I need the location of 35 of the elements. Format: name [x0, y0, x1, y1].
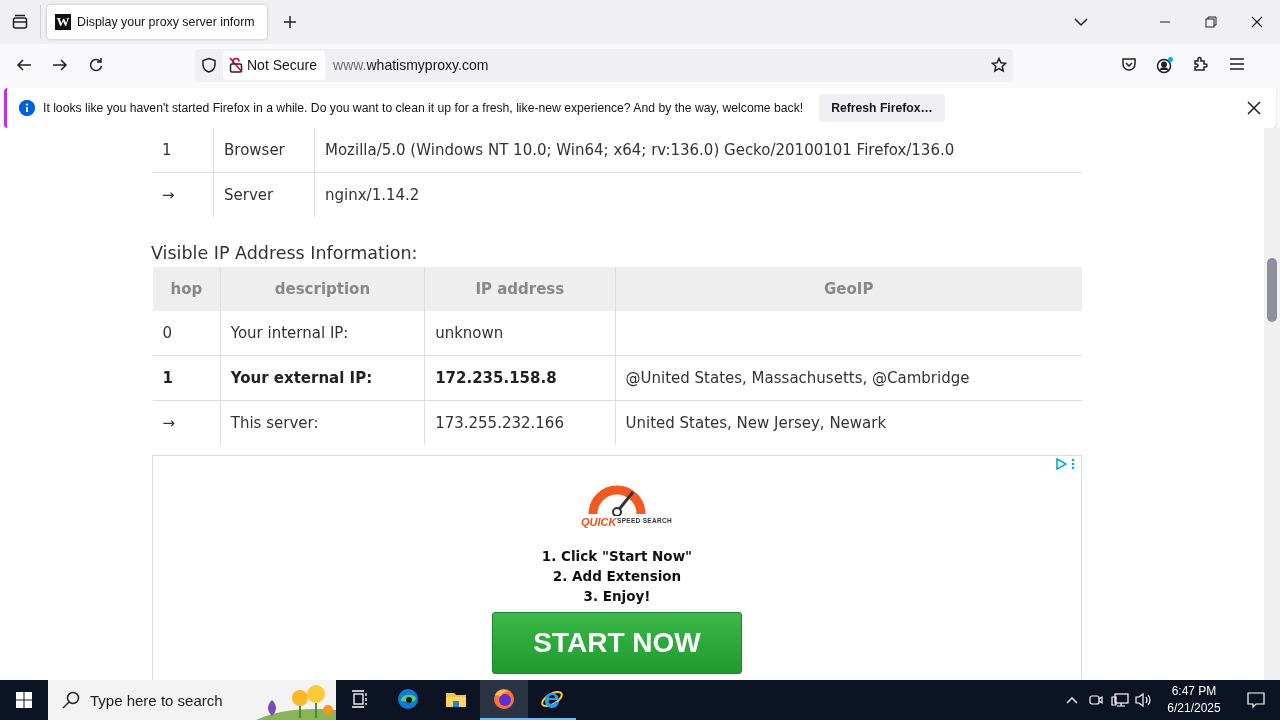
logo-text: QUICK — [581, 516, 617, 528]
table-cell: → — [152, 172, 214, 217]
column-header: GeoIP — [615, 267, 1082, 311]
table-cell: Server — [213, 172, 315, 217]
table-cell: → — [152, 400, 221, 445]
ad-step: 2. Add Extension — [541, 566, 693, 586]
table-cell: 1 — [152, 355, 221, 401]
column-header: IP address — [424, 267, 615, 311]
table-cell: nginx/1.14.2 — [314, 172, 1082, 217]
table-cell: 0 — [152, 311, 221, 356]
ad-step: 3. Enjoy! — [541, 586, 693, 606]
table-cell: Mozilla/5.0 (Windows NT 10.0; Win64; x64; rv:136.0) Gecko/20100101 Firefox/136.0 — [314, 128, 1082, 173]
refresh-firefox-button[interactable]: Refresh Firefox… — [819, 94, 945, 122]
browser-tab[interactable]: W Display your proxy server inform — [47, 5, 267, 39]
notification-message: It looks like you haven't started Firefox in a while. Do you want to clean it up for a fresh, like-new experience? And by the way, welcome back! — [43, 101, 804, 115]
taskbar-search-field[interactable]: Type here to search — [48, 680, 336, 720]
column-header: description — [220, 267, 425, 311]
table-cell: 172.235.158.8 — [424, 355, 615, 401]
table-cell: This server: — [220, 400, 425, 445]
column-header: hop — [152, 267, 221, 311]
table-cell: @United States, Massachusetts, @Cambridge — [615, 355, 1082, 401]
ad-step: 1. Click "Start Now" — [541, 546, 693, 566]
table-cell: 1 — [152, 128, 214, 173]
table-cell: Your internal IP: — [220, 311, 425, 356]
table-cell: 173.255.232.166 — [424, 400, 615, 445]
address-bar[interactable]: Not Secure www.whatismyproxy.com — [195, 48, 1013, 82]
url-text: www.whatismyproxy.com — [333, 57, 490, 73]
table-cell: Browser — [213, 128, 315, 173]
security-badge[interactable]: Not Secure — [223, 50, 326, 80]
table-cell: Your external IP: — [220, 355, 425, 401]
table-cell: unknown — [424, 311, 615, 356]
clock[interactable]: 6:47 PM 6/21/2025 — [1162, 683, 1226, 717]
table-cell: United States, New Jersey, Newark — [615, 400, 1082, 445]
favicon: W — [55, 14, 71, 30]
section-heading: Visible IP Address Information: — [151, 243, 419, 263]
